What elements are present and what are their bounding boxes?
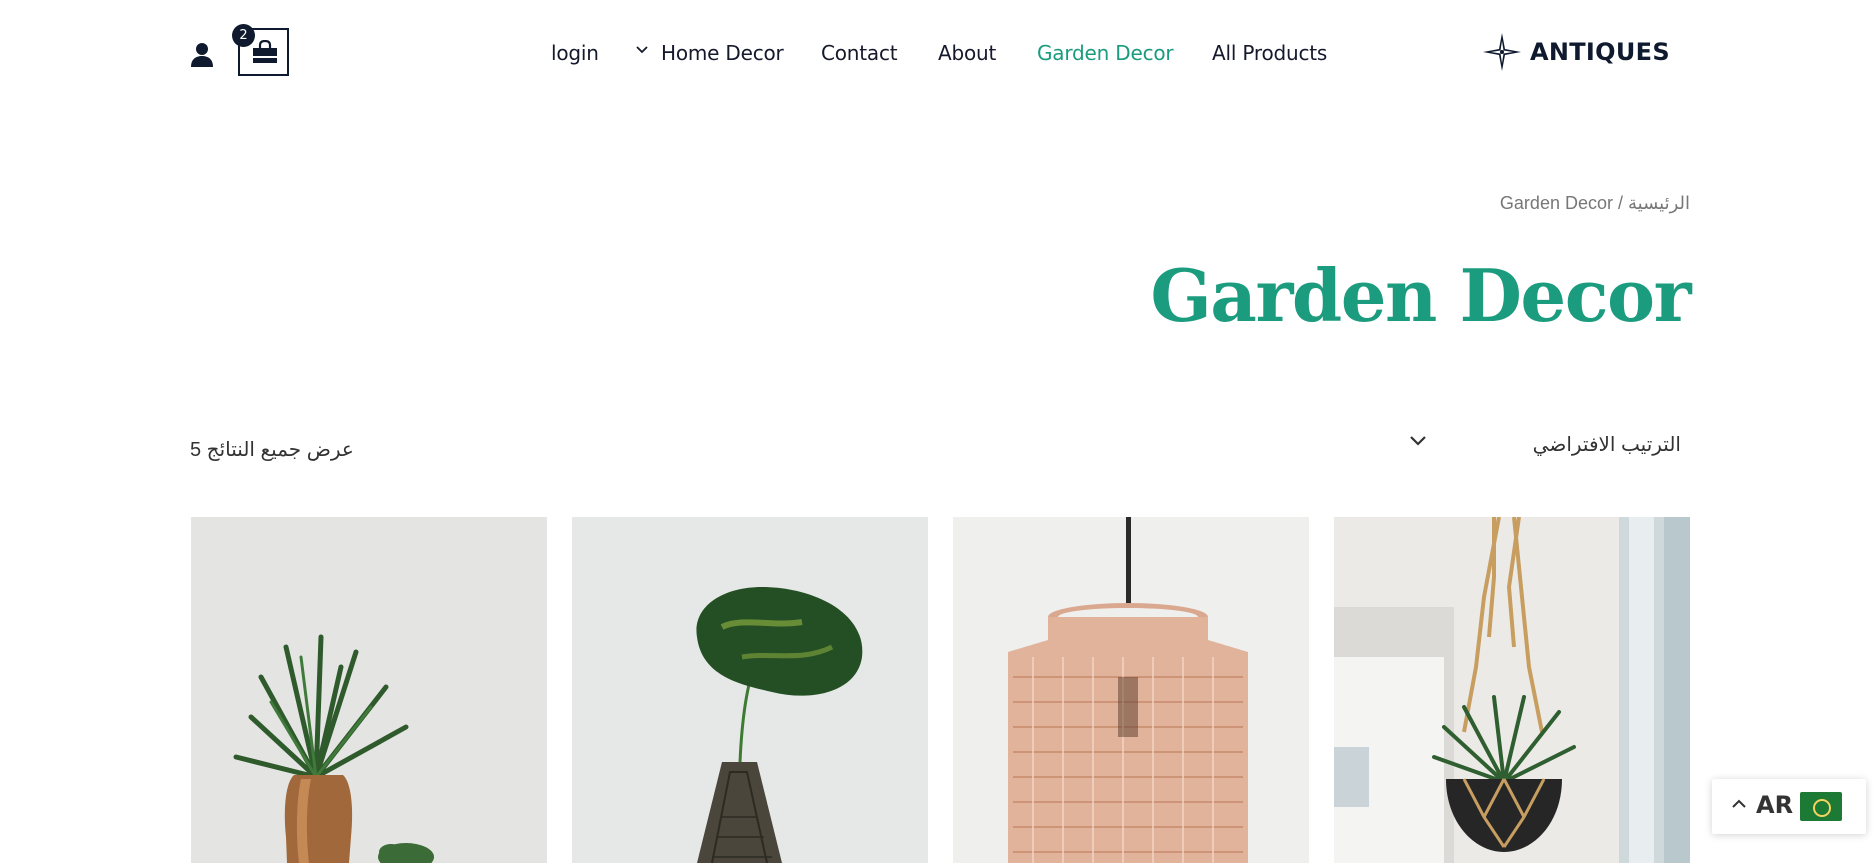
chevron-down-icon [1410, 436, 1426, 446]
sort-select[interactable]: الترتيب الافتراضي [1410, 426, 1685, 466]
logo-text: ANTIQUES [1530, 38, 1670, 66]
product-grid [191, 517, 1691, 863]
product-image [572, 517, 928, 863]
page-title: Garden Decor [1150, 253, 1691, 338]
results-count: عرض جميع النتائج 5 [190, 439, 354, 461]
nav-about[interactable]: About [938, 38, 996, 68]
site-header: 2 login Home Decor Contact About Garden … [0, 0, 1874, 106]
language-code: AR [1756, 791, 1794, 819]
arab-league-flag-icon [1800, 792, 1842, 821]
product-card[interactable] [1334, 517, 1690, 863]
product-card[interactable] [572, 517, 928, 863]
product-image [191, 517, 547, 863]
chevron-down-icon[interactable] [636, 46, 648, 54]
chevron-up-icon [1732, 799, 1746, 808]
nav-contact[interactable]: Contact [821, 38, 898, 68]
cart-count-badge: 2 [232, 24, 255, 47]
nav-login[interactable]: login [551, 38, 599, 68]
product-image [953, 517, 1309, 863]
compass-star-icon [1483, 33, 1521, 71]
nav-all-products[interactable]: All Products [1212, 38, 1327, 68]
breadcrumb-home[interactable]: الرئيسية [1628, 193, 1690, 213]
nav-garden-decor[interactable]: Garden Decor [1037, 38, 1174, 68]
product-image [1334, 517, 1690, 863]
breadcrumb-current: Garden Decor [1499, 193, 1613, 213]
nav-home-decor[interactable]: Home Decor [661, 38, 784, 68]
breadcrumb-separator: / [1612, 193, 1628, 213]
shopping-bag-icon [253, 40, 277, 63]
sort-selected-value: الترتيب الافتراضي [1532, 434, 1681, 456]
product-card[interactable] [953, 517, 1309, 863]
user-icon[interactable] [190, 42, 214, 68]
breadcrumb: الرئيسية / Garden Decor [1500, 193, 1690, 214]
language-switcher[interactable]: AR [1712, 779, 1866, 834]
product-card[interactable] [191, 517, 547, 863]
site-logo[interactable]: ANTIQUES [1482, 32, 1670, 72]
